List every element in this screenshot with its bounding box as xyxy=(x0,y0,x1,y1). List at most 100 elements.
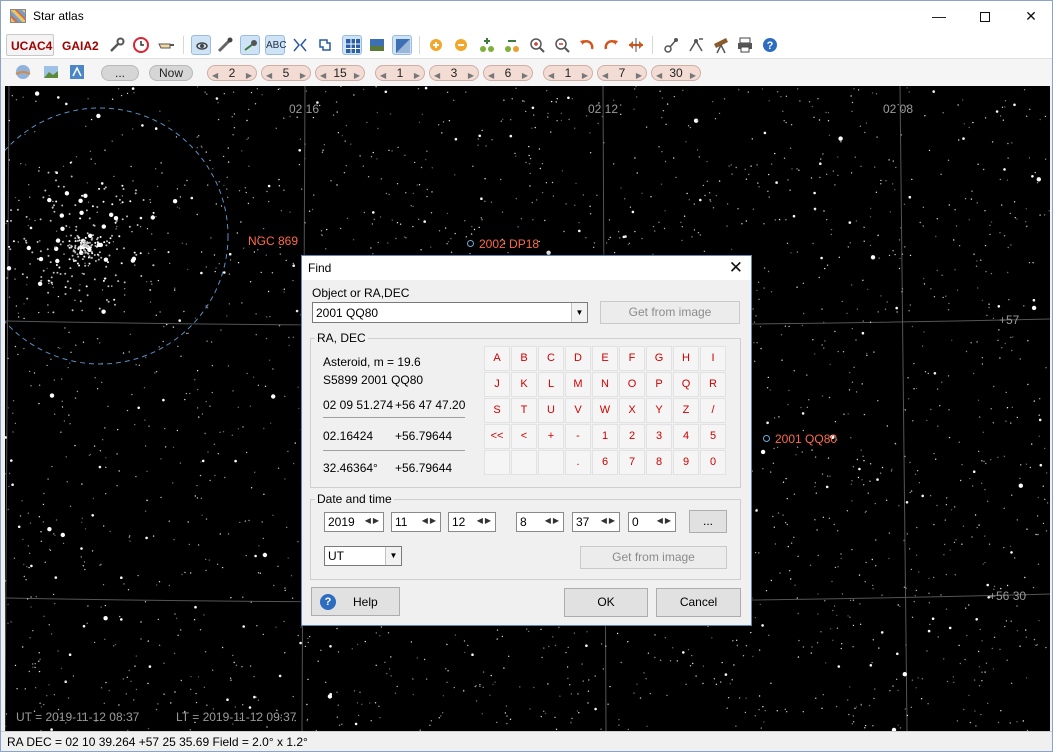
horizon-icon[interactable] xyxy=(367,35,387,55)
ok-button[interactable]: OK xyxy=(564,588,648,617)
keypad-key[interactable]: R xyxy=(700,372,726,397)
zoom-in-icon[interactable] xyxy=(426,35,446,55)
spin-arrows-icon[interactable]: ◀▶ xyxy=(657,516,673,525)
object-label-2002dp18[interactable]: 2002 DP18 xyxy=(479,237,539,251)
keypad-key[interactable]: 2 xyxy=(619,424,645,449)
more-datetime-button[interactable]: ... xyxy=(689,510,727,533)
keypad-key[interactable]: 7 xyxy=(619,450,645,475)
telescope-icon[interactable] xyxy=(711,35,731,55)
keypad-key[interactable]: E xyxy=(592,346,618,371)
print-icon[interactable] xyxy=(735,35,755,55)
keypad-key[interactable]: - xyxy=(565,424,591,449)
keypad-key[interactable]: 5 xyxy=(700,424,726,449)
minimize-button[interactable]: — xyxy=(916,1,962,31)
keypad-key[interactable]: W xyxy=(592,398,618,423)
asteroid-icon[interactable] xyxy=(240,35,260,55)
keypad-key[interactable]: 6 xyxy=(592,450,618,475)
step-minutes-2[interactable]: ◀ 2 ▶ xyxy=(207,65,257,81)
keypad-key[interactable]: << xyxy=(484,424,510,449)
remove-object-icon[interactable] xyxy=(502,35,522,55)
keypad-key[interactable]: + xyxy=(538,424,564,449)
keypad-key[interactable]: 0 xyxy=(700,450,726,475)
keypad-key[interactable]: 4 xyxy=(673,424,699,449)
keypad-key[interactable]: C xyxy=(538,346,564,371)
wrench-icon[interactable] xyxy=(107,35,127,55)
keypad-key[interactable]: X xyxy=(619,398,645,423)
asteroid-marker[interactable] xyxy=(763,435,770,442)
keypad-key[interactable]: A xyxy=(484,346,510,371)
magnify-minus-icon[interactable] xyxy=(552,35,572,55)
keypad-key[interactable]: L xyxy=(538,372,564,397)
keypad-key[interactable]: V xyxy=(565,398,591,423)
catalog-gaia2-button[interactable]: GAIA2 xyxy=(57,34,101,56)
keypad-key[interactable]: J xyxy=(484,372,510,397)
second-spinner[interactable]: 0 ◀▶ xyxy=(628,512,676,532)
milky-way-icon[interactable] xyxy=(392,35,412,55)
get-from-image-datetime-button[interactable]: Get from image xyxy=(580,546,727,569)
keypad-key[interactable]: D xyxy=(565,346,591,371)
step-days-30[interactable]: ◀ 30 ▶ xyxy=(651,65,701,81)
telescope-network-icon[interactable] xyxy=(686,35,706,55)
clock-icon[interactable] xyxy=(131,35,151,55)
keypad-key[interactable]: < xyxy=(511,424,537,449)
step-hours-3[interactable]: ◀ 3 ▶ xyxy=(429,65,479,81)
keypad-key[interactable]: U xyxy=(538,398,564,423)
keypad-key[interactable]: / xyxy=(700,398,726,423)
label-abc-icon[interactable]: ABC xyxy=(265,35,287,55)
asteroid-marker[interactable] xyxy=(467,240,474,247)
step-minutes-15[interactable]: ◀ 15 ▶ xyxy=(315,65,365,81)
undo-icon[interactable] xyxy=(577,35,597,55)
grid-icon[interactable] xyxy=(342,35,362,55)
spin-arrows-icon[interactable]: ◀▶ xyxy=(477,516,493,525)
ellipsis-button[interactable]: ... xyxy=(101,65,139,81)
step-minutes-5[interactable]: ◀ 5 ▶ xyxy=(261,65,311,81)
dialog-close-button[interactable]: ✕ xyxy=(729,258,743,278)
minute-spinner[interactable]: 37 ◀▶ xyxy=(572,512,620,532)
satellite-icon[interactable] xyxy=(661,35,681,55)
object-combobox[interactable]: 2001 QQ80 ▼ xyxy=(312,302,588,323)
planet-icon[interactable] xyxy=(13,62,33,82)
galaxy-icon[interactable] xyxy=(191,35,211,55)
step-hours-6[interactable]: ◀ 6 ▶ xyxy=(483,65,533,81)
keypad-key[interactable]: F xyxy=(619,346,645,371)
timezone-select[interactable]: UT ▼ xyxy=(324,546,402,566)
get-from-image-button[interactable]: Get from image xyxy=(600,301,740,324)
zoom-out-icon[interactable] xyxy=(451,35,471,55)
maximize-button[interactable] xyxy=(962,1,1008,31)
day-spinner[interactable]: 12 ◀▶ xyxy=(448,512,496,532)
help-icon[interactable]: ? xyxy=(760,35,780,55)
landscape-icon[interactable] xyxy=(41,62,61,82)
keypad-key[interactable]: H xyxy=(673,346,699,371)
keypad-key[interactable]: B xyxy=(511,346,537,371)
redo-icon[interactable] xyxy=(601,35,621,55)
chevron-down-icon[interactable]: ▼ xyxy=(385,547,401,565)
keypad-key[interactable]: 9 xyxy=(673,450,699,475)
spin-arrows-icon[interactable]: ◀▶ xyxy=(422,516,438,525)
keypad-key[interactable]: Y xyxy=(646,398,672,423)
keypad-key[interactable]: P xyxy=(646,372,672,397)
keypad-key[interactable]: T xyxy=(511,398,537,423)
spin-arrows-icon[interactable]: ◀▶ xyxy=(545,516,561,525)
cancel-button[interactable]: Cancel xyxy=(656,588,741,617)
step-hours-1[interactable]: ◀ 1 ▶ xyxy=(375,65,425,81)
keypad-key[interactable]: 3 xyxy=(646,424,672,449)
month-spinner[interactable]: 11 ◀▶ xyxy=(391,512,441,532)
chevron-down-icon[interactable]: ▼ xyxy=(571,303,587,322)
compass-icon[interactable] xyxy=(67,62,87,82)
keypad-key[interactable]: Q xyxy=(673,372,699,397)
constellation-boundaries-icon[interactable] xyxy=(315,35,335,55)
flip-icon[interactable] xyxy=(626,35,646,55)
object-label-ngc869[interactable]: NGC 869 xyxy=(248,234,298,248)
object-label-2001qq80[interactable]: 2001 QQ80 xyxy=(775,432,837,446)
keypad-key[interactable]: . xyxy=(565,450,591,475)
keypad-key[interactable]: O xyxy=(619,372,645,397)
keypad-key[interactable]: G xyxy=(646,346,672,371)
add-object-icon[interactable] xyxy=(477,35,497,55)
keypad-key[interactable]: N xyxy=(592,372,618,397)
now-button[interactable]: Now xyxy=(149,65,193,81)
comet-icon[interactable] xyxy=(215,35,235,55)
hour-spinner[interactable]: 8 ◀▶ xyxy=(516,512,564,532)
catalog-ucac4-button[interactable]: UCAC4 xyxy=(6,34,54,56)
keypad-key[interactable]: 1 xyxy=(592,424,618,449)
step-days-1[interactable]: ◀ 1 ▶ xyxy=(543,65,593,81)
